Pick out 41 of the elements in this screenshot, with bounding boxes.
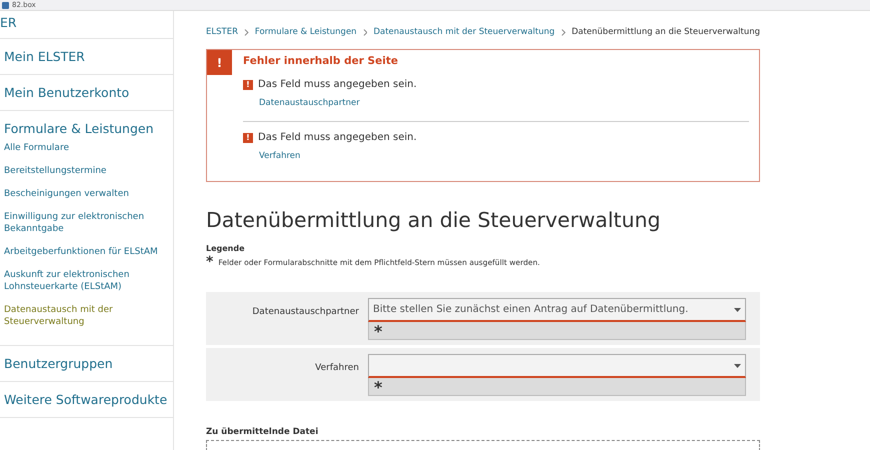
required-mark: * (368, 322, 746, 340)
error-icon: ! (207, 50, 232, 75)
error-message: Das Feld muss angegeben sein. (258, 132, 417, 143)
error-message: Das Feld muss angegeben sein. (258, 79, 417, 90)
error-title: Fehler innerhalb der Seite (243, 55, 399, 67)
chevron-icon (560, 28, 566, 36)
error-icon: ! (243, 132, 253, 142)
error-field-link[interactable]: Datenaustauschpartner (259, 98, 360, 108)
sidebar-section-link[interactable]: Mein Benutzerkonto (4, 75, 173, 110)
breadcrumb-link[interactable]: ELSTER (206, 27, 238, 37)
upload-label: Zu übermittelnde Datei (206, 427, 320, 437)
sidebar-link[interactable]: Bescheinigungen verwalten (4, 188, 164, 200)
required-mark: * (206, 257, 214, 267)
sidebar-link[interactable]: Einwilligung zur elektronischen Bekanntgabe (4, 211, 164, 235)
page-title: Datenübermittlung an die Steuerverwaltung (206, 208, 662, 232)
dropdown-field[interactable]: Bitte stellen Sie zunächst einen Antrag auf Datenübermittlung. (368, 298, 746, 322)
breadcrumb-link[interactable]: Formulare & Leistungen (254, 27, 357, 37)
sidebar-section-link[interactable]: Mein ELSTER (4, 39, 173, 74)
caret-icon (734, 364, 741, 368)
sidebar-link[interactable]: Alle Formulare (4, 142, 164, 154)
chevron-icon (362, 28, 368, 36)
field-label: Verfahren (314, 362, 359, 375)
error-field-link[interactable]: Verfahren (259, 151, 300, 161)
field-label: Datenaustauschpartner (251, 306, 359, 319)
dropdown-field[interactable] (368, 354, 746, 378)
sidebar-section-link[interactable]: ER (0, 11, 173, 38)
sidebar-link[interactable]: Datenaustausch mit der Steuerverwaltung (4, 304, 164, 328)
caret-icon (734, 308, 741, 312)
breadcrumb-current: Datenübermittlung an die Steuerverwaltung (572, 27, 760, 37)
required-mark: * (368, 378, 746, 396)
error-icon: ! (243, 80, 253, 90)
legend-title: Legende (206, 244, 246, 253)
breadcrumb-link[interactable]: Datenaustausch mit der Steuerverwaltung (373, 27, 555, 37)
sidebar-link[interactable]: Auskunft zur elektronischen Lohnsteuerkarte (ELStAM) (4, 269, 164, 293)
file-drop-zone[interactable] (206, 440, 760, 450)
tab-favicon-icon (2, 2, 9, 8)
sidebar-section-link[interactable]: Weitere Softwareprodukte (4, 382, 173, 417)
chevron-icon (244, 28, 249, 36)
sidebar-link[interactable]: Bereitstellungstermine (4, 165, 164, 177)
sidebar-link[interactable]: Arbeitgeberfunktionen für ELStAM (4, 246, 164, 258)
sidebar-section-link[interactable]: Benutzergruppen (4, 346, 173, 381)
